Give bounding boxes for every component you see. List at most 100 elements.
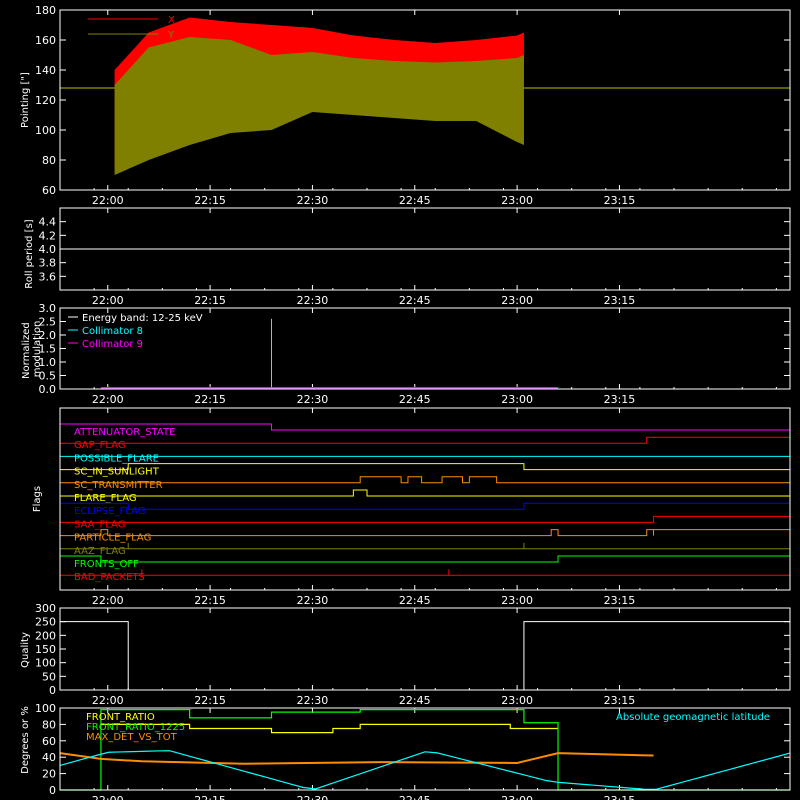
x-tick-label: 22:15 — [194, 294, 226, 307]
y-tick-label: 250 — [35, 616, 56, 629]
roll-period-ylabel: Roll period [s] — [24, 219, 35, 288]
x-tick-label: 22:45 — [399, 194, 431, 207]
y-tick-label: 0.0 — [39, 383, 57, 396]
roll-period-panel: Roll period [s] 22:00 22:15 22:30 22:45 23:0… — [24, 207, 791, 307]
y-tick-label: 100 — [35, 702, 56, 715]
x-tick-label: 23:00 — [501, 393, 533, 406]
x-tick-label: 22:45 — [399, 794, 431, 800]
annotation-max-det: MAX_DET_VS_TOT — [86, 732, 178, 743]
y-tick-label: 140 — [35, 64, 56, 77]
flag-line-fronts_off — [60, 555, 790, 563]
y-tick-label: 3.8 — [39, 257, 57, 270]
legend-y-label: Y — [167, 30, 175, 41]
annotation-geomag: Absolute geomagnetic latitude — [616, 712, 770, 723]
y-tick-label: 0 — [49, 784, 56, 797]
y-tick-label: 3.6 — [39, 270, 57, 283]
flag-label: SC_TRANSMITTER — [74, 480, 163, 491]
figure: Pointing ["] 22:00 22:15 22:30 22:45 23:00 23… — [20, 4, 791, 800]
y-tick-label: 2.5 — [39, 316, 57, 329]
modulation-panel: Normalized modulation 22:00 22:15 22:30 22:… — [21, 302, 791, 406]
flag-label: FLARE_FLAG — [74, 493, 137, 504]
quality-ylabel: Quality — [20, 632, 31, 668]
x-tick-label: 22:00 — [92, 393, 124, 406]
flag-line-gap_flag — [60, 436, 790, 444]
flag-line-eclipse_flag — [60, 502, 790, 510]
x-tick-label: 23:00 — [501, 294, 533, 307]
x-tick-label: 23:15 — [604, 794, 636, 800]
x-tick-label: 22:00 — [92, 194, 124, 207]
y-tick-label: 0 — [49, 684, 56, 697]
x-tick-label: 23:15 — [604, 594, 636, 607]
flags-panel: Flags 22:00 22:15 22:30 22:45 23:00 23:15 ATTE… — [32, 407, 791, 607]
x-tick-label: 23:00 — [501, 594, 533, 607]
y-tick-label: 80 — [42, 718, 56, 731]
x-tick-label: 22:00 — [92, 694, 124, 707]
x-tick-label: 22:30 — [297, 794, 329, 800]
y-tick-label: 80 — [42, 154, 56, 167]
flags-ylabel: Flags — [32, 486, 43, 512]
flag-line-aaz_flag — [60, 542, 790, 550]
y-tick-label: 20 — [42, 768, 56, 781]
flag-label: ECLIPSE_FLAG — [74, 506, 145, 517]
x-tick-label: 22:15 — [194, 694, 226, 707]
y-tick-label: 120 — [35, 94, 56, 107]
x-tick-label: 23:15 — [604, 294, 636, 307]
x-tick-label: 22:00 — [92, 794, 124, 800]
degrees-ylabel: Degrees or % — [20, 706, 31, 774]
degrees-annotations: FRONT_RATIO FRONT_RATIO_1225 MAX_DET_VS_… — [86, 712, 770, 743]
flag-label: FRONTS_OFF — [74, 559, 139, 570]
flag-line-bad_packets — [60, 569, 790, 576]
flag-label: SAA_FLAG — [74, 519, 125, 530]
y-tick-label: 0.5 — [39, 370, 57, 383]
quality-line — [60, 621, 790, 691]
pointing-panel: Pointing ["] 22:00 22:15 22:30 22:45 23:00 23… — [20, 4, 791, 207]
quality-frame — [59, 607, 791, 691]
flag-label: ATTENUATOR_STATE — [74, 427, 175, 438]
legend-c8-label: Collimator 8 — [82, 326, 143, 337]
legend-c9-label: Collimator 9 — [82, 339, 143, 350]
y-tick-label: 300 — [35, 602, 56, 615]
x-tick-label: 22:45 — [399, 594, 431, 607]
x-tick-label: 22:45 — [399, 294, 431, 307]
y-tick-label: 60 — [42, 184, 56, 197]
x-tick-label: 22:30 — [297, 594, 329, 607]
y-tick-label: 4.2 — [39, 229, 57, 242]
x-tick-label: 22:15 — [194, 594, 226, 607]
x-tick-label: 22:30 — [297, 294, 329, 307]
x-tick-label: 22:45 — [399, 393, 431, 406]
legend-x-label: X — [168, 15, 175, 26]
x-tick-label: 22:30 — [297, 694, 329, 707]
flag-line-particle_flag — [60, 529, 790, 537]
x-tick-label: 22:30 — [297, 194, 329, 207]
y-tick-label: 1.0 — [39, 356, 57, 369]
pointing-ylabel: Pointing ["] — [20, 72, 31, 128]
flag-label: SC_IN_SUNLIGHT — [74, 467, 160, 478]
x-tick-label: 23:00 — [501, 194, 533, 207]
flag-line-flare_flag — [60, 489, 790, 497]
x-tick-label: 23:15 — [604, 194, 636, 207]
flag-label: BAD_PACKETS — [74, 572, 145, 583]
x-tick-label: 22:15 — [194, 194, 226, 207]
flag-label: AAZ_FLAG — [74, 546, 126, 557]
x-tick-label: 23:15 — [604, 694, 636, 707]
x-tick-label: 22:00 — [92, 294, 124, 307]
x-tick-label: 22:00 — [92, 594, 124, 607]
modulation-legend: Energy band: 12-25 keV Collimator 8 Coll… — [68, 313, 203, 350]
x-tick-label: 22:15 — [194, 794, 226, 800]
flag-label: POSSIBLE_FLARE — [74, 453, 159, 464]
flag-line-sc_in_sunlight — [60, 463, 790, 471]
legend-energy-label: Energy band: 12-25 keV — [82, 313, 203, 324]
y-tick-label: 100 — [35, 124, 56, 137]
y-tick-label: 200 — [35, 629, 56, 642]
x-tick-label: 22:45 — [399, 694, 431, 707]
degrees-panel: Degrees or % 22:00 22:15 22:30 22:45 23:00 23… — [20, 702, 791, 800]
y-tick-label: 150 — [35, 643, 56, 656]
y-tick-label: 60 — [42, 735, 56, 748]
y-tick-label: 3.0 — [39, 302, 57, 315]
quality-panel: Quality 22:00 22:15 22:30 22:45 23:00 23:15 05… — [20, 602, 791, 707]
y-tick-label: 40 — [42, 751, 56, 764]
modulation-ylabel-line1: Normalized — [21, 322, 32, 379]
flag-label: PARTICLE_FLAG — [74, 533, 151, 544]
y-tick-label: 160 — [35, 34, 56, 47]
y-tick-label: 4.4 — [39, 216, 57, 229]
